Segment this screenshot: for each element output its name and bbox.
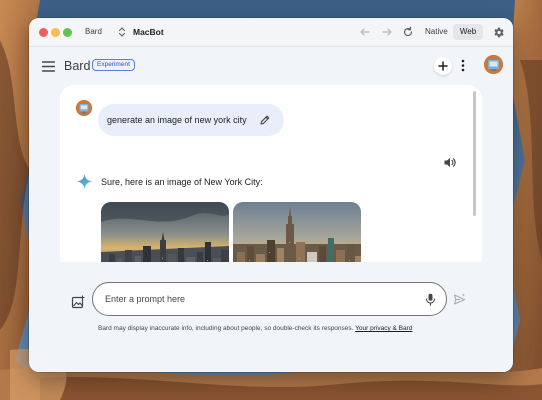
brand-name: Bard <box>64 59 91 73</box>
microphone-icon[interactable] <box>425 293 436 306</box>
title-bar: Bard MacBot Native Web <box>29 18 513 47</box>
bard-response-text: Sure, here is an image of New York City: <box>101 177 263 187</box>
user-prompt-text: generate an image of new york city <box>107 115 247 125</box>
close-window-button[interactable] <box>39 28 48 37</box>
prompt-input-field[interactable] <box>92 282 447 316</box>
user-prompt-bubble: generate an image of new york city <box>98 104 284 136</box>
plus-icon <box>438 61 448 71</box>
forward-arrow-icon[interactable] <box>381 26 393 38</box>
prompt-input[interactable] <box>105 291 405 307</box>
add-image-icon[interactable] <box>71 295 85 309</box>
new-chat-button[interactable] <box>434 57 452 75</box>
window-title: MacBot <box>133 27 164 37</box>
scrollbar-thumb[interactable] <box>473 91 476 216</box>
reload-icon[interactable] <box>402 26 414 38</box>
disclaimer-text: Bard may display inaccurate info, includ… <box>98 325 478 332</box>
mode-web-option[interactable]: Web <box>453 24 483 40</box>
gear-icon[interactable] <box>492 26 505 39</box>
conversation-panel: generate an image of new york city Sure,… <box>60 85 482 372</box>
send-icon[interactable] <box>453 293 466 306</box>
speaker-icon[interactable] <box>443 156 456 169</box>
mode-native-option[interactable]: Native <box>425 27 448 36</box>
disclaimer-message: Bard may display inaccurate info, includ… <box>98 325 354 332</box>
app-window: Bard MacBot Native Web Bard Experiment g… <box>29 18 513 372</box>
menu-icon[interactable] <box>42 61 55 72</box>
more-options-icon[interactable] <box>461 59 465 72</box>
user-avatar <box>76 100 92 116</box>
maximize-window-button[interactable] <box>63 28 72 37</box>
account-avatar[interactable] <box>484 55 503 74</box>
bard-app: Bard Experiment generate an image of new… <box>29 47 513 372</box>
bard-sparkle-icon <box>77 174 92 189</box>
minimize-window-button[interactable] <box>51 28 60 37</box>
app-selector[interactable]: Bard <box>85 27 102 36</box>
experiment-badge: Experiment <box>92 59 135 71</box>
composer-area: Bard may display inaccurate info, includ… <box>60 262 482 372</box>
edit-pencil-icon[interactable] <box>259 114 271 126</box>
chevron-up-down-icon[interactable] <box>118 26 126 38</box>
back-arrow-icon[interactable] <box>359 26 371 38</box>
privacy-link[interactable]: Your privacy & Bard <box>355 325 412 332</box>
